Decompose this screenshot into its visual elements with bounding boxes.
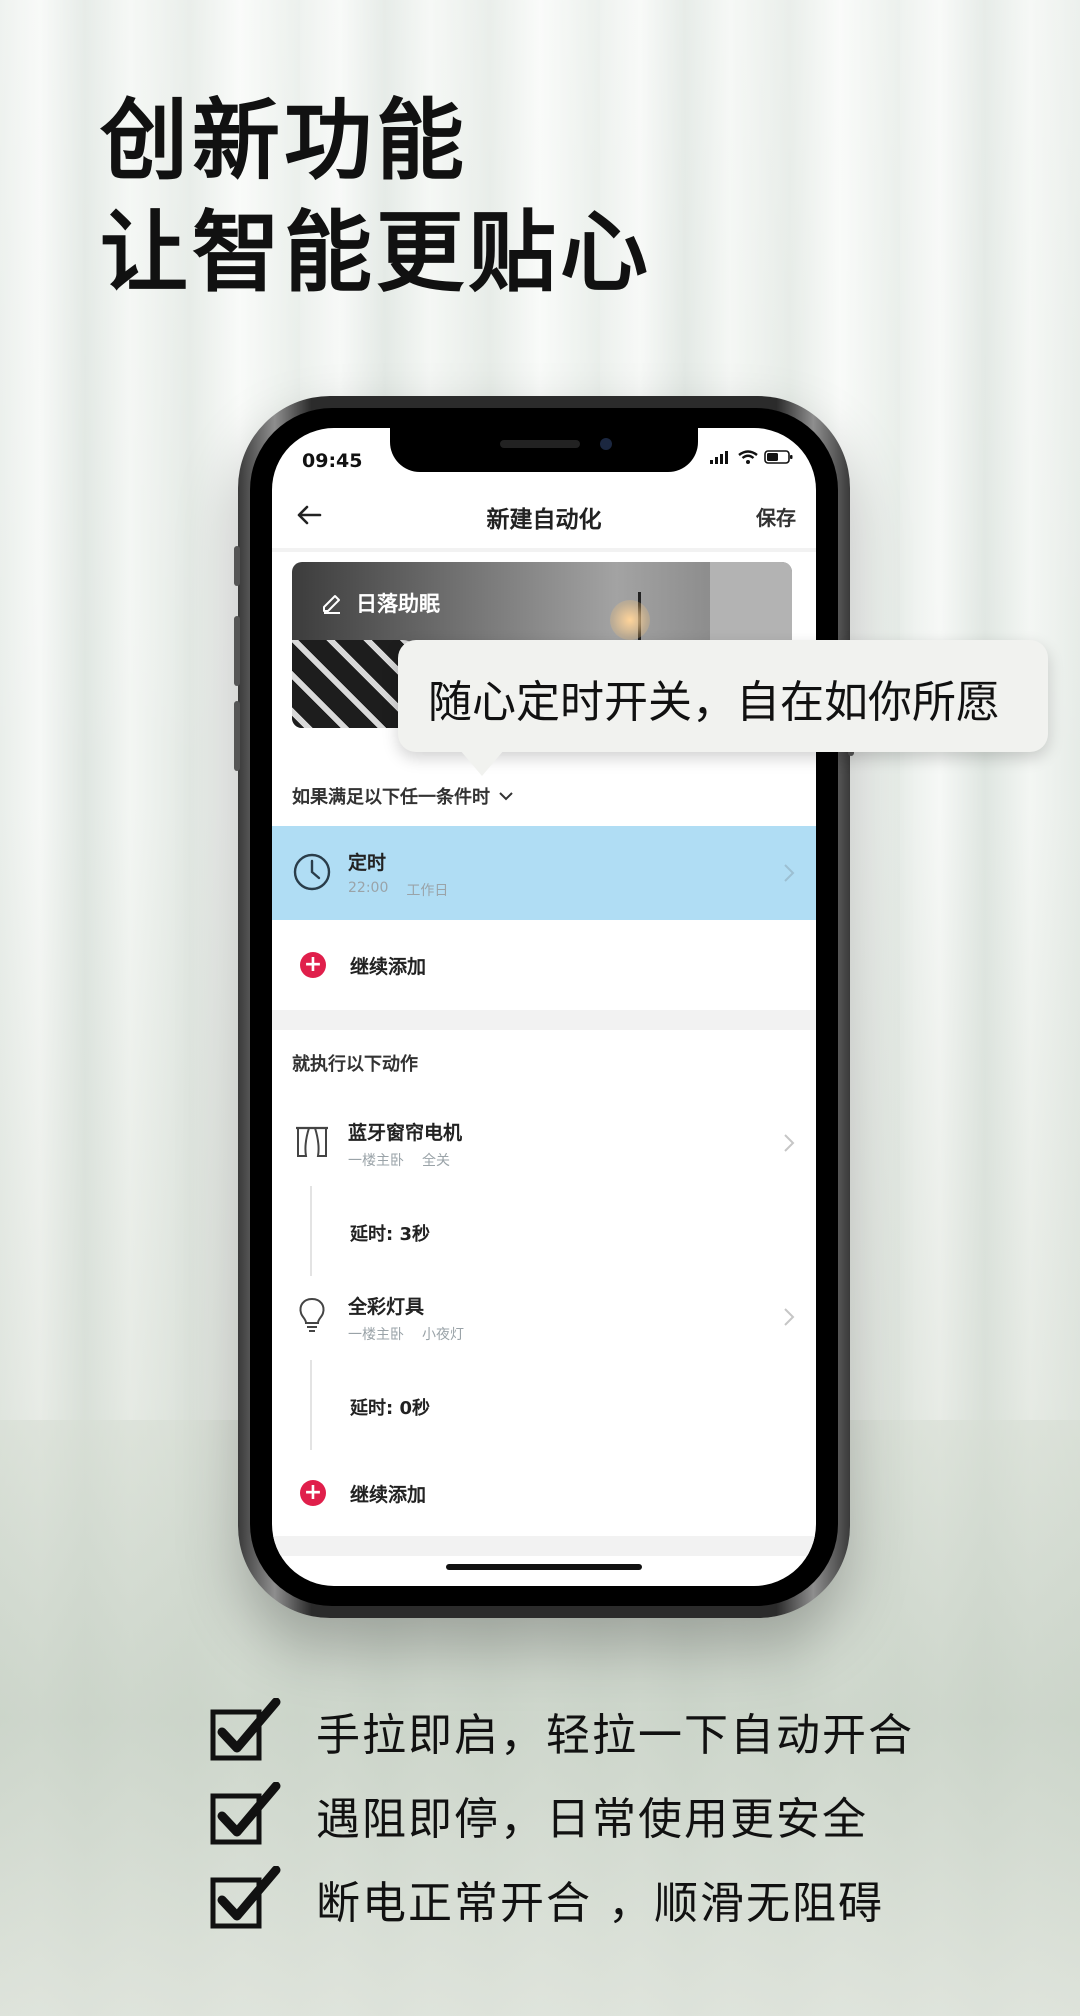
checkbox-checked-icon xyxy=(210,1866,281,1929)
speech-bubble: 随心定时开关，自在如你所愿 xyxy=(398,640,1048,776)
actions-label-text: 就执行以下动作 xyxy=(292,1054,418,1075)
save-button[interactable]: 保存 xyxy=(756,502,796,531)
feature-item: 遇阻即停，日常使用更安全 xyxy=(210,1780,970,1850)
add-plus-icon: + xyxy=(300,1480,326,1506)
battery-icon xyxy=(764,450,793,464)
add-condition-label: 继续添加 xyxy=(350,956,427,978)
clock-icon xyxy=(293,853,331,891)
chevron-right-icon xyxy=(784,1308,795,1326)
front-camera xyxy=(600,438,612,450)
home-indicator[interactable] xyxy=(446,1564,642,1570)
status-icons xyxy=(710,450,794,464)
headline-line-2: 让智能更贴心 xyxy=(100,201,653,304)
curtain-icon xyxy=(296,1126,328,1157)
phone-screen: 09:45 新建自动化 保存 日落助眠 如果满足以下任一条件时 定时 22:00… xyxy=(272,428,816,1586)
timer-title: 定时 xyxy=(348,852,387,874)
chevron-right-icon xyxy=(784,1134,795,1152)
signal-icon xyxy=(710,451,728,464)
action-device-name: 蓝牙窗帘电机 xyxy=(348,1122,463,1144)
bottom-divider xyxy=(272,1536,816,1556)
add-action-row[interactable]: + 继续添加 xyxy=(272,1450,816,1536)
status-time: 09:45 xyxy=(302,450,363,472)
scene-name[interactable]: 日落助眠 xyxy=(320,588,440,618)
checkbox-checked-icon xyxy=(210,1698,281,1761)
edit-pencil-icon xyxy=(323,595,340,614)
banner-lamp-glow xyxy=(610,600,650,640)
headline-line-1: 创新功能 xyxy=(100,89,469,192)
checkbox-checked-icon xyxy=(210,1782,281,1845)
feature-text: 断电正常开合 ，顺滑无阻碍 xyxy=(316,1878,884,1929)
scene-name-text: 日落助眠 xyxy=(356,592,440,616)
timer-details: 22:00 工作日 xyxy=(348,880,448,900)
timer-condition-row[interactable]: 定时 22:00 工作日 xyxy=(272,826,816,920)
phone-notch xyxy=(390,428,698,472)
chevron-down-icon xyxy=(499,792,513,801)
bubble-text: 随心定时开关，自在如你所愿 xyxy=(428,677,1000,728)
add-plus-icon: + xyxy=(300,952,326,978)
add-condition-row[interactable]: + 继续添加 xyxy=(272,920,816,1010)
delay-label[interactable]: 延时: 3秒 xyxy=(350,1220,430,1246)
delay-label[interactable]: 延时: 0秒 xyxy=(350,1394,430,1420)
action-device-details: 一楼主卧 小夜灯 xyxy=(348,1324,464,1344)
action-state: 小夜灯 xyxy=(422,1327,464,1343)
section-divider xyxy=(272,1010,816,1030)
action-device-details: 一楼主卧 全关 xyxy=(348,1150,450,1170)
action-room: 一楼主卧 xyxy=(348,1327,404,1343)
nav-divider xyxy=(272,548,816,552)
chevron-right-icon xyxy=(784,864,795,882)
lightbulb-icon xyxy=(299,1297,325,1332)
nav-bar: 新建自动化 保存 xyxy=(272,484,816,548)
delay-connector xyxy=(310,1186,312,1276)
conditions-label-text: 如果满足以下任一条件时 xyxy=(292,787,490,808)
feature-text: 遇阻即停，日常使用更安全 xyxy=(316,1794,868,1845)
action-state: 全关 xyxy=(422,1153,450,1169)
wifi-icon xyxy=(738,450,758,464)
feature-item: 手拉即启，轻拉一下自动开合 xyxy=(210,1696,970,1766)
delay-connector xyxy=(310,1360,312,1450)
page-title: 新建自动化 xyxy=(486,507,602,533)
headline: 创新功能 让智能更贴心 xyxy=(100,85,652,309)
action-row-curtain[interactable]: 蓝牙窗帘电机 一楼主卧 全关 xyxy=(272,1100,816,1186)
volume-up-button xyxy=(234,616,240,686)
feature-text: 手拉即启，轻拉一下自动开合 xyxy=(316,1710,914,1761)
conditions-label[interactable]: 如果满足以下任一条件时 xyxy=(292,783,514,809)
mute-switch xyxy=(234,546,240,586)
actions-label: 就执行以下动作 xyxy=(292,1050,418,1076)
timer-days: 工作日 xyxy=(406,883,449,899)
timer-time: 22:00 xyxy=(348,880,389,896)
action-device-name: 全彩灯具 xyxy=(348,1296,425,1318)
feature-item: 断电正常开合 ，顺滑无阻碍 xyxy=(210,1864,970,1934)
phone-mockup: 09:45 新建自动化 保存 日落助眠 如果满足以下任一条件时 定时 22:00… xyxy=(234,396,854,1618)
action-row-light[interactable]: 全彩灯具 一楼主卧 小夜灯 xyxy=(272,1274,816,1360)
speaker-grille xyxy=(500,440,580,448)
add-action-label: 继续添加 xyxy=(350,1484,427,1506)
action-room: 一楼主卧 xyxy=(348,1153,404,1169)
volume-down-button xyxy=(234,701,240,771)
